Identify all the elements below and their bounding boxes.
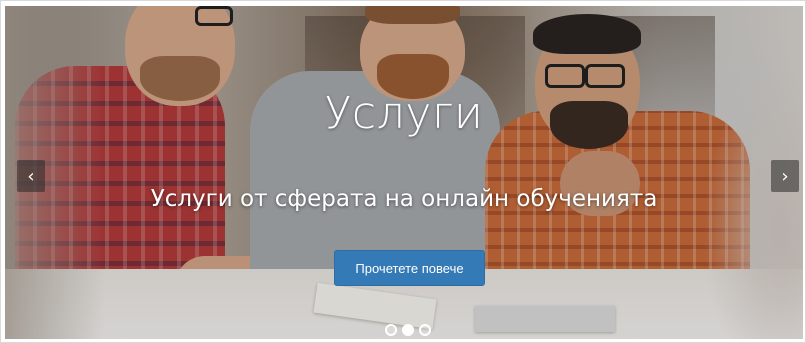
- slide-title: Услуги: [324, 88, 484, 139]
- carousel-indicators: [385, 324, 431, 336]
- carousel-indicator-2[interactable]: [402, 324, 414, 336]
- carousel-indicator-3[interactable]: [419, 324, 431, 336]
- chevron-right-icon: ›: [781, 165, 789, 187]
- read-more-button[interactable]: Прочетете повече: [334, 250, 485, 286]
- image-overlay: [5, 6, 803, 339]
- carousel-prev-button[interactable]: ‹: [17, 160, 45, 192]
- carousel-indicator-1[interactable]: [385, 324, 397, 336]
- slide-photo: [5, 6, 803, 339]
- chevron-left-icon: ‹: [27, 165, 35, 187]
- slide-subtitle: Услуги от сферата на онлайн обученията: [150, 186, 658, 212]
- carousel-slide: Услуги Услуги от сферата на онлайн обуче…: [5, 6, 803, 339]
- carousel-next-button[interactable]: ›: [771, 160, 799, 192]
- carousel-frame: Услуги Услуги от сферата на онлайн обуче…: [0, 0, 806, 343]
